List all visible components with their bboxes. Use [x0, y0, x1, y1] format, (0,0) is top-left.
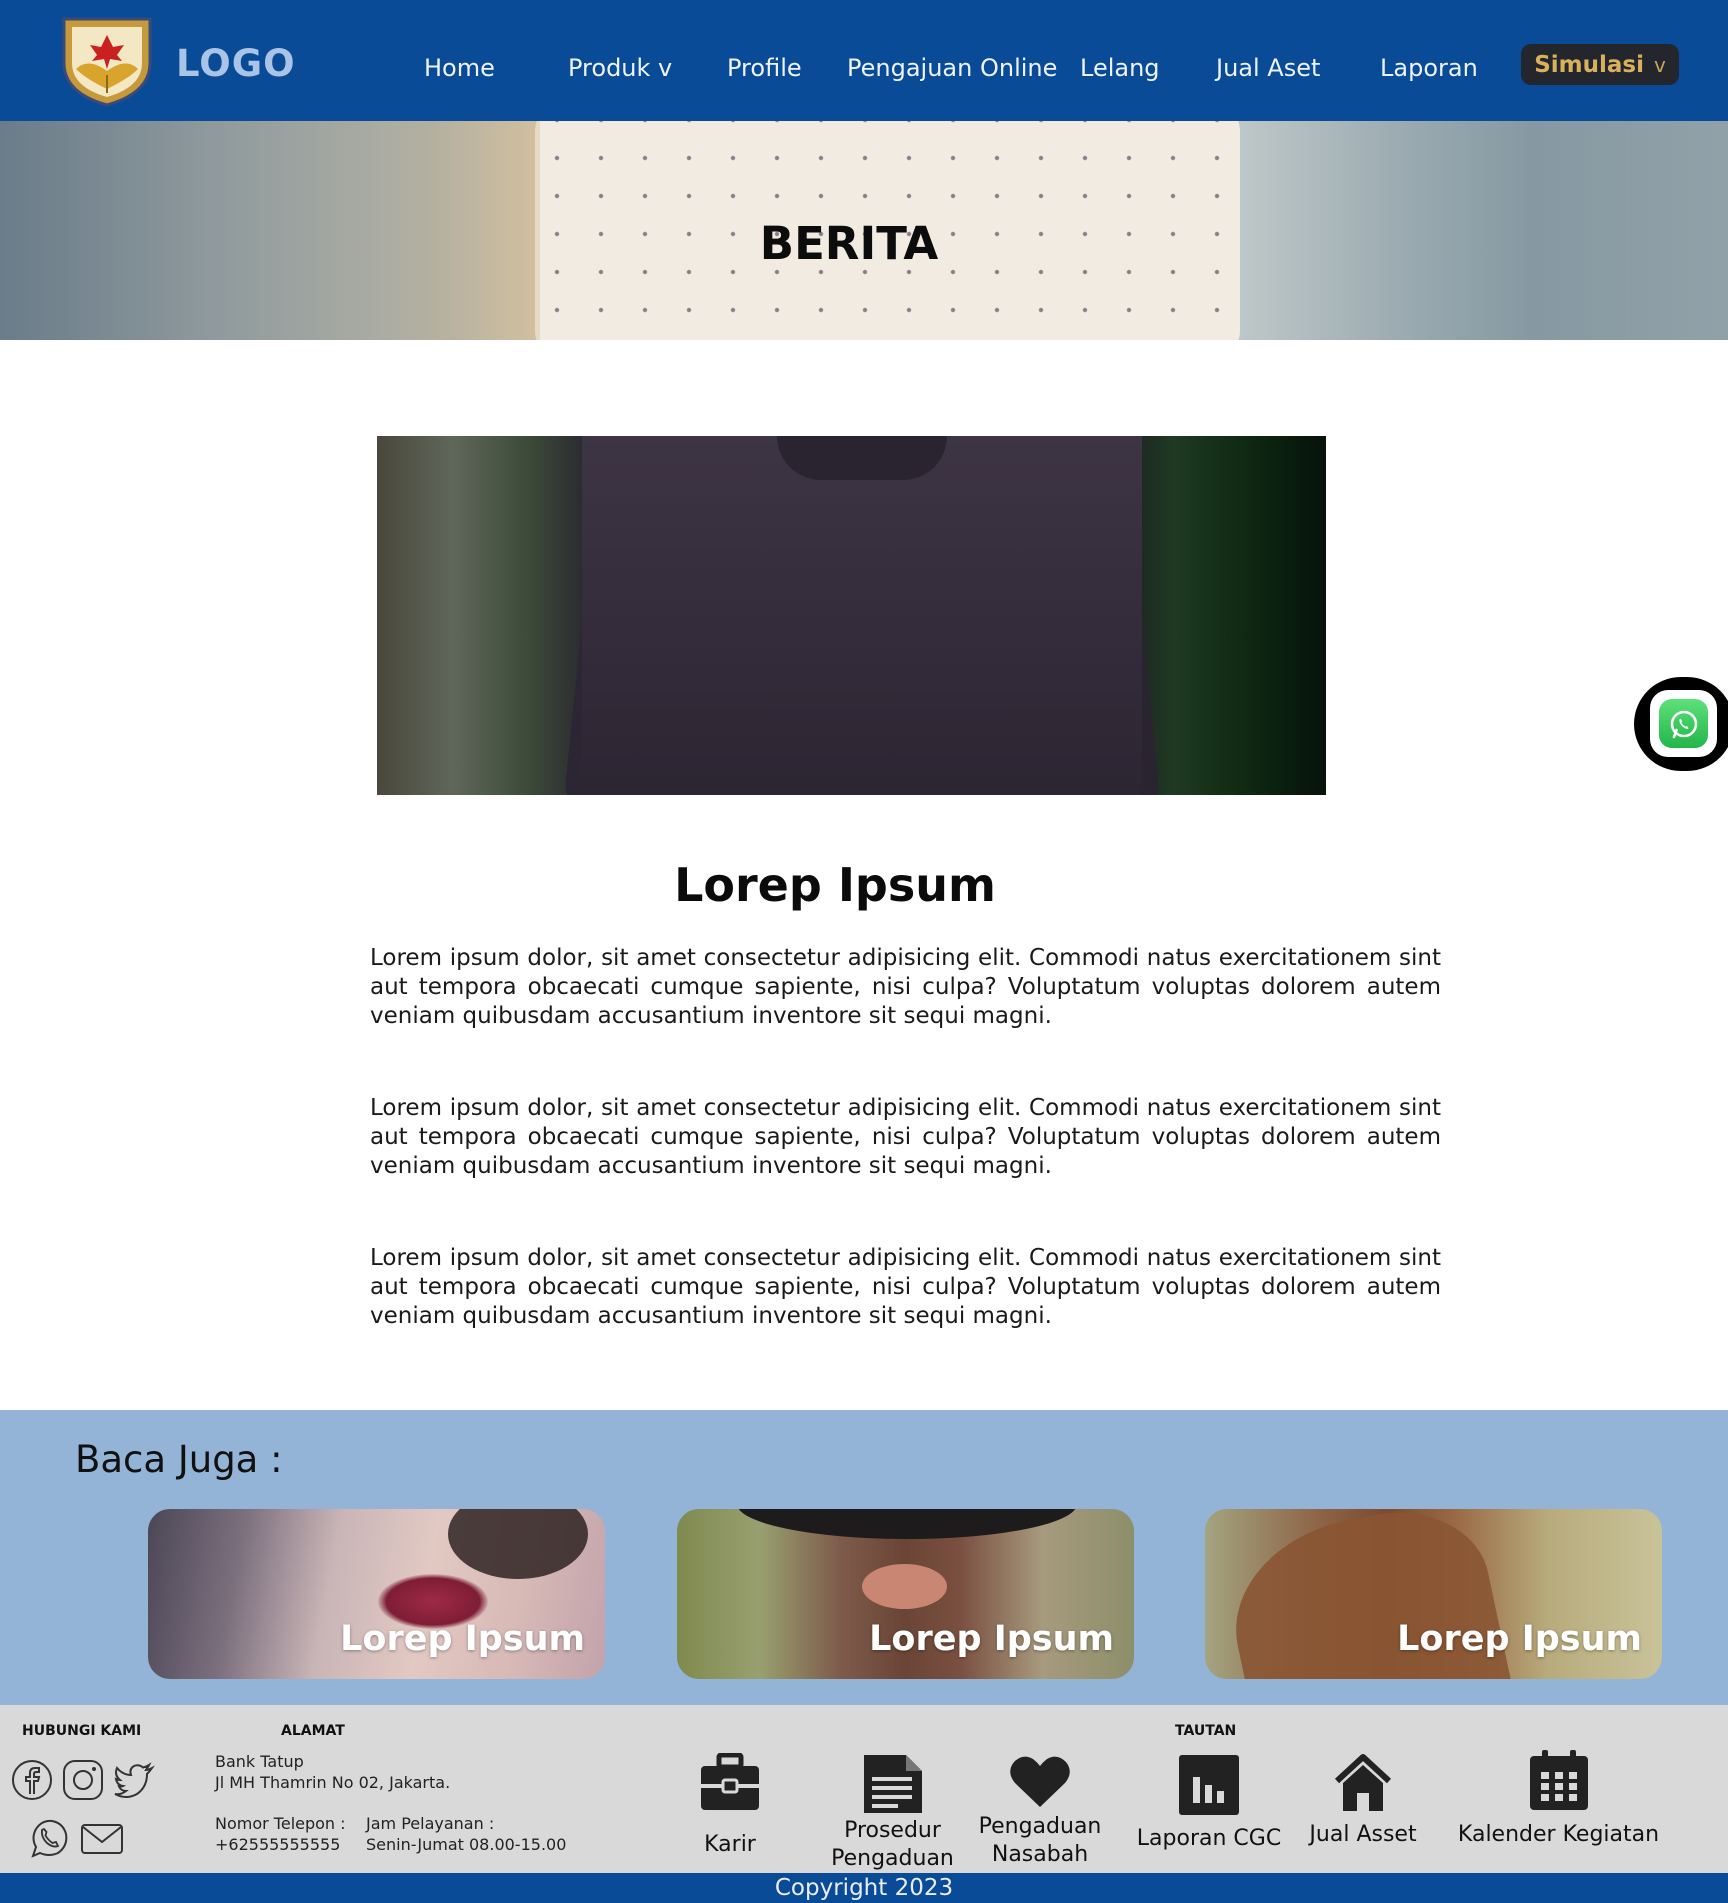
tile-label: Pengaduan [831, 1846, 954, 1871]
card-title: Lorep Ipsum [340, 1619, 585, 1659]
tile-label: Nasabah [991, 1842, 1089, 1867]
heart-icon [1010, 1756, 1070, 1807]
bar-chart-icon [1179, 1755, 1239, 1815]
tile-label: Jual Asset [1309, 1822, 1417, 1847]
related-articles-section: Baca Juga : Lorep Ipsum Lorep Ipsum Lore… [0, 1410, 1728, 1705]
hero-banner: BERITA [0, 121, 1728, 340]
nav-jual-aset[interactable]: Jual Aset [1216, 54, 1320, 82]
related-heading: Baca Juga : [75, 1438, 283, 1481]
contact-heading: HUBUNGI KAMI [22, 1723, 142, 1739]
nav-pengajuan-online[interactable]: Pengajuan Online [847, 54, 1057, 82]
bank-name: Bank Tatup [215, 1752, 304, 1771]
footer-link-karir[interactable]: Karir [680, 1753, 780, 1868]
card-title: Lorep Ipsum [869, 1619, 1114, 1659]
tile-label: Laporan CGC [1136, 1826, 1282, 1851]
tile-label: Karir [704, 1832, 756, 1857]
article-title: Lorep Ipsum [674, 858, 996, 912]
simulasi-label: Simulasi [1534, 51, 1644, 78]
footer-link-jual-asset[interactable]: Jual Asset [1303, 1753, 1423, 1863]
logo-text[interactable]: LOGO [176, 42, 296, 85]
mail-icon[interactable] [80, 1818, 124, 1862]
footer-link-kalender-kegiatan[interactable]: Kalender Kegiatan [1456, 1750, 1661, 1863]
footer-link-prosedur-pengaduan[interactable]: Prosedur Pengaduan [830, 1753, 955, 1873]
whatsapp-icon[interactable] [27, 1816, 71, 1860]
phone-number[interactable]: +62555555555 [215, 1834, 340, 1855]
twitter-icon[interactable] [112, 1758, 156, 1802]
nav-laporan[interactable]: Laporan [1380, 54, 1478, 82]
tile-label: Kalender Kegiatan [1457, 1822, 1660, 1847]
article-image [377, 436, 1326, 795]
simulasi-dropdown-button[interactable]: Simulasi v [1521, 44, 1679, 85]
footer-link-pengaduan-nasabah[interactable]: Pengaduan Nasabah [975, 1753, 1105, 1868]
top-navbar: LOGO Home Produk v Profile Pengajuan Onl… [0, 0, 1728, 121]
tile-label: Prosedur [844, 1818, 941, 1843]
phone-label: Nomor Telepon : [215, 1814, 346, 1833]
footer: HUBUNGI KAMI ALAMAT TAUTAN Bank Tatup Jl… [0, 1705, 1728, 1873]
article-paragraph: Lorem ipsum dolor, sit amet consectetur … [370, 945, 1441, 1029]
links-heading: TAUTAN [1175, 1723, 1237, 1739]
address-heading: ALAMAT [281, 1723, 345, 1739]
briefcase-icon [701, 1753, 759, 1810]
whatsapp-icon [1659, 699, 1708, 748]
document-icon [864, 1755, 922, 1813]
facebook-icon[interactable] [10, 1758, 54, 1802]
nav-home[interactable]: Home [424, 54, 495, 82]
tile-label: Pengaduan [978, 1814, 1102, 1839]
article-paragraph: Lorem ipsum dolor, sit amet consectetur … [370, 1095, 1441, 1179]
nav-profile[interactable]: Profile [727, 54, 802, 82]
related-article-card[interactable]: Lorep Ipsum [148, 1509, 605, 1679]
hours-label: Jam Pelayanan : [366, 1814, 495, 1833]
chevron-down-icon: v [1653, 52, 1666, 77]
copyright-bar: Copyright 2023 [0, 1873, 1728, 1903]
nav-produk-dropdown[interactable]: Produk v [568, 54, 672, 82]
footer-link-laporan-cgc[interactable]: Laporan CGC [1134, 1753, 1284, 1863]
bank-address: Jl MH Thamrin No 02, Jakarta. [215, 1773, 451, 1792]
page-title: BERITA [759, 217, 939, 270]
hours-value: Senin-Jumat 08.00-15.00 [366, 1835, 567, 1854]
card-title: Lorep Ipsum [1397, 1619, 1642, 1659]
university-crest-logo[interactable] [58, 13, 156, 108]
instagram-icon[interactable] [61, 1758, 105, 1802]
whatsapp-float-button[interactable] [1634, 677, 1728, 771]
nav-lelang[interactable]: Lelang [1080, 54, 1160, 82]
calendar-icon [1530, 1750, 1588, 1810]
related-article-card[interactable]: Lorep Ipsum [1205, 1509, 1662, 1679]
house-icon [1334, 1754, 1392, 1811]
article-paragraph: Lorem ipsum dolor, sit amet consectetur … [370, 1245, 1441, 1329]
related-article-card[interactable]: Lorep Ipsum [677, 1509, 1134, 1679]
